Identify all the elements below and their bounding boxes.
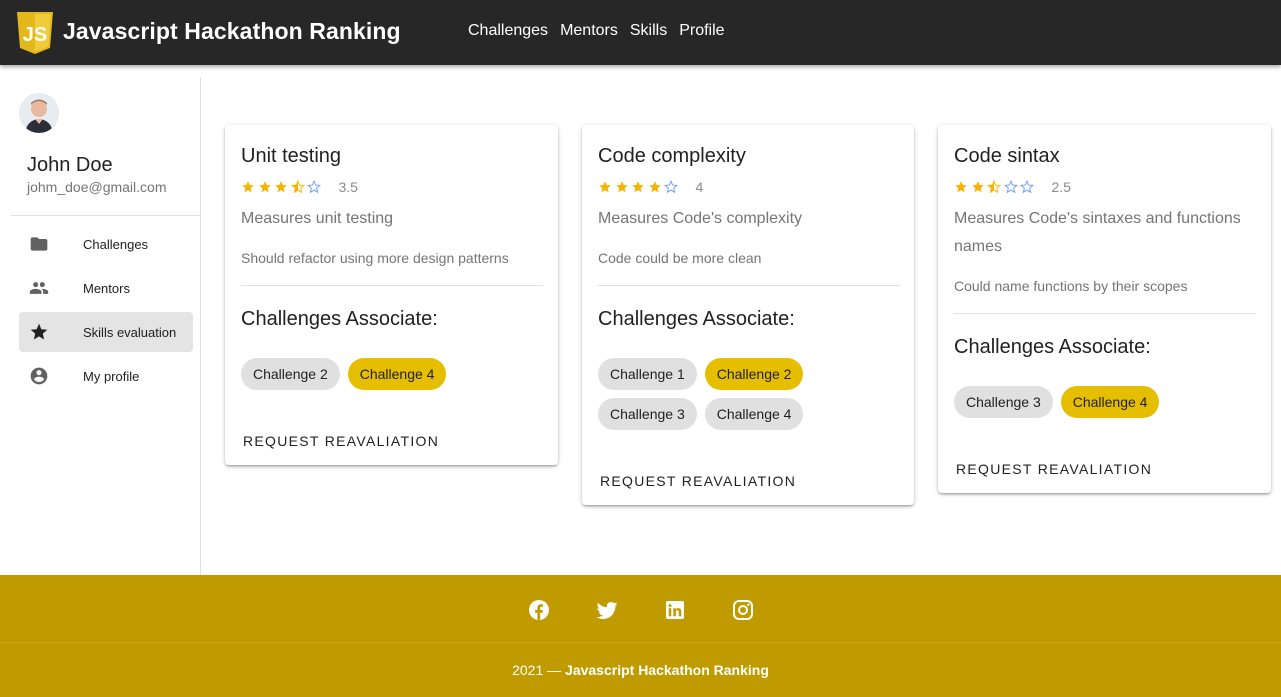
- challenge-chip[interactable]: Challenge 3: [954, 386, 1053, 418]
- star-filled-icon[interactable]: [598, 180, 612, 194]
- footer-copyright: 2021 — Javascript Hackathon Ranking: [0, 662, 1281, 678]
- card-title: Unit testing: [241, 145, 342, 167]
- nav-profile[interactable]: Profile: [673, 22, 730, 40]
- challenge-chips: Challenge 1 Challenge 2 Challenge 3 Challen…: [598, 358, 813, 430]
- svg-text:JS: JS: [23, 24, 47, 46]
- app-title[interactable]: Javascript Hackathon Ranking: [63, 18, 401, 45]
- user-email: johm_doe@gmail.com: [27, 179, 167, 195]
- star-outline-icon[interactable]: [307, 180, 321, 194]
- challenge-chip[interactable]: Challenge 2: [704, 358, 804, 390]
- sidebar-divider: [11, 215, 201, 216]
- card-subtitle: Measures Code's sintaxes and functions n…: [954, 210, 1241, 255]
- star-outline-icon[interactable]: [664, 180, 678, 194]
- sidebar-item-label: My profile: [83, 368, 140, 384]
- avatar[interactable]: [19, 93, 59, 133]
- sidebar-item-mentors[interactable]: Mentors: [19, 268, 193, 308]
- top-nav: Challenges Mentors Skills Profile: [462, 22, 731, 40]
- facebook-icon[interactable]: [527, 598, 551, 622]
- app-bar: JS Javascript Hackathon Ranking Challeng…: [0, 0, 1281, 65]
- request-reavaliation-button[interactable]: REQUEST REAVALIATION: [600, 473, 796, 489]
- rating-value: 2.5: [1051, 179, 1071, 195]
- rating-value: 3.5: [338, 179, 358, 195]
- star-rating[interactable]: 3.5: [241, 179, 358, 195]
- star-half-icon[interactable]: [290, 180, 305, 194]
- star-filled-icon[interactable]: [615, 180, 629, 194]
- user-name: John Doe: [27, 154, 113, 176]
- footer-separator: —: [547, 662, 562, 678]
- card-subtitle: Measures Code's complexity: [598, 210, 803, 227]
- account-circle-icon: [30, 367, 48, 385]
- card-note: Should refactor using more design patter…: [241, 250, 509, 266]
- sidebar-item-label: Mentors: [83, 280, 130, 296]
- sidebar-item-my-profile[interactable]: My profile: [19, 356, 193, 396]
- people-icon: [29, 282, 49, 294]
- challenge-chip[interactable]: Challenge 4: [1060, 386, 1160, 418]
- javascript-logo-icon[interactable]: JS: [15, 10, 55, 56]
- skill-card-code-complexity: Code complexity 4 Measures Code's comple…: [582, 125, 914, 505]
- nav-mentors[interactable]: Mentors: [554, 22, 624, 40]
- nav-challenges[interactable]: Challenges: [462, 22, 554, 40]
- star-filled-icon[interactable]: [258, 180, 272, 194]
- star-outline-icon[interactable]: [1020, 180, 1034, 194]
- sidebar-item-label: Skills evaluation: [83, 324, 177, 340]
- star-filled-icon[interactable]: [648, 180, 662, 194]
- sidebar-item-skills-evaluation[interactable]: Skills evaluation: [19, 312, 193, 352]
- challenge-chips: Challenge 3 Challenge 4: [954, 386, 1254, 418]
- card-divider: [241, 285, 543, 286]
- star-filled-icon[interactable]: [241, 180, 255, 194]
- challenges-associate-heading: Challenges Associate:: [954, 336, 1151, 358]
- card-title: Code complexity: [598, 145, 746, 167]
- sidebar-item-label: Challenges: [83, 236, 149, 252]
- challenge-chips: Challenge 2 Challenge 4: [241, 358, 541, 390]
- card-subtitle: Measures unit testing: [241, 210, 394, 227]
- star-outline-icon[interactable]: [1003, 180, 1018, 194]
- instagram-icon[interactable]: [731, 598, 755, 622]
- challenges-associate-heading: Challenges Associate:: [598, 308, 795, 330]
- card-note: Code could be more clean: [598, 250, 762, 266]
- nav-skills[interactable]: Skills: [624, 22, 673, 40]
- challenge-chip[interactable]: Challenge 3: [598, 398, 697, 430]
- challenges-associate-heading: Challenges Associate:: [241, 308, 438, 330]
- footer-divider: [0, 642, 1281, 643]
- footer: 2021 — Javascript Hackathon Ranking: [0, 575, 1281, 697]
- star-half-icon[interactable]: [987, 180, 1001, 194]
- sidebar: John Doe johm_doe@gmail.com Challenges M…: [0, 77, 201, 575]
- skill-card-code-sintax: Code sintax 2.5 Measures Code's sintaxes…: [938, 125, 1271, 493]
- folder-icon: [30, 237, 48, 251]
- request-reavaliation-button[interactable]: REQUEST REAVALIATION: [956, 461, 1152, 477]
- challenge-chip[interactable]: Challenge 4: [347, 358, 447, 390]
- card-divider: [598, 285, 900, 286]
- linkedin-icon[interactable]: [663, 598, 687, 622]
- star-filled-icon[interactable]: [274, 180, 288, 194]
- request-reavaliation-button[interactable]: REQUEST REAVALIATION: [243, 433, 439, 449]
- twitter-icon[interactable]: [595, 598, 619, 622]
- skill-card-unit-testing: Unit testing 3.5 Measures unit testing S…: [225, 125, 558, 465]
- card-note: Could name functions by their scopes: [954, 278, 1188, 294]
- star-filled-icon[interactable]: [971, 180, 985, 194]
- star-filled-icon[interactable]: [954, 180, 968, 194]
- star-icon: [30, 323, 48, 340]
- rating-value: 4: [695, 179, 704, 195]
- card-divider: [954, 313, 1256, 314]
- challenge-chip[interactable]: Challenge 1: [598, 358, 697, 390]
- footer-year: 2021: [512, 662, 544, 678]
- card-title: Code sintax: [954, 145, 1060, 167]
- star-rating[interactable]: 4: [598, 179, 703, 195]
- challenge-chip[interactable]: Challenge 2: [241, 358, 340, 390]
- star-rating[interactable]: 2.5: [954, 179, 1071, 195]
- challenge-chip[interactable]: Challenge 4: [704, 398, 804, 430]
- footer-brand: Javascript Hackathon Ranking: [565, 662, 769, 678]
- sidebar-item-challenges[interactable]: Challenges: [19, 224, 193, 264]
- star-filled-icon[interactable]: [631, 180, 645, 194]
